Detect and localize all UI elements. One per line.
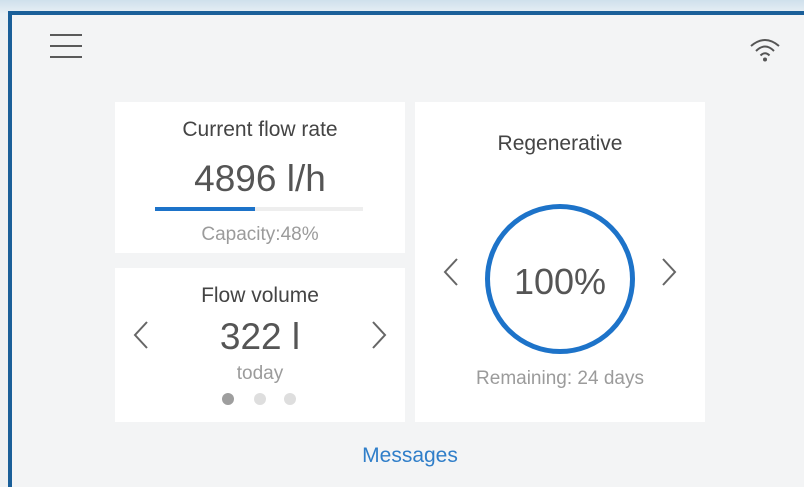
- capacity-bar: [155, 207, 363, 211]
- flow-rate-card[interactable]: Current flow rate 4896 l/h Capacity:48%: [115, 102, 405, 253]
- chevron-right-icon[interactable]: [657, 255, 681, 289]
- menu-icon[interactable]: [50, 34, 82, 58]
- chevron-right-icon[interactable]: [367, 318, 391, 352]
- page-dot-3[interactable]: [284, 393, 296, 405]
- flow-rate-value: 4896 l/h: [194, 158, 326, 199]
- regeneration-remaining: Remaining: 24 days: [476, 368, 644, 389]
- flow-rate-title: Current flow rate: [182, 118, 338, 141]
- wifi-icon: [750, 39, 780, 62]
- chevron-left-icon[interactable]: [439, 255, 463, 289]
- regeneration-title: Regenerative: [497, 132, 623, 155]
- flow-volume-title: Flow volume: [201, 284, 319, 307]
- messages-link[interactable]: Messages: [310, 444, 510, 468]
- flow-volume-value: 322 l: [219, 316, 301, 357]
- capacity-bar-fill: [155, 207, 255, 211]
- capacity-label: Capacity:48%: [201, 224, 319, 245]
- regeneration-ring: 100%: [485, 204, 635, 354]
- regeneration-card: Regenerative 100% Remaining: 24 days: [415, 102, 705, 422]
- page-dot-1[interactable]: [222, 393, 234, 405]
- regeneration-percent: 100%: [513, 261, 607, 302]
- page-dot-2[interactable]: [254, 393, 266, 405]
- flow-volume-period: today: [236, 363, 284, 384]
- flow-volume-card: Flow volume 322 l today: [115, 268, 405, 422]
- page-indicator: [222, 393, 298, 405]
